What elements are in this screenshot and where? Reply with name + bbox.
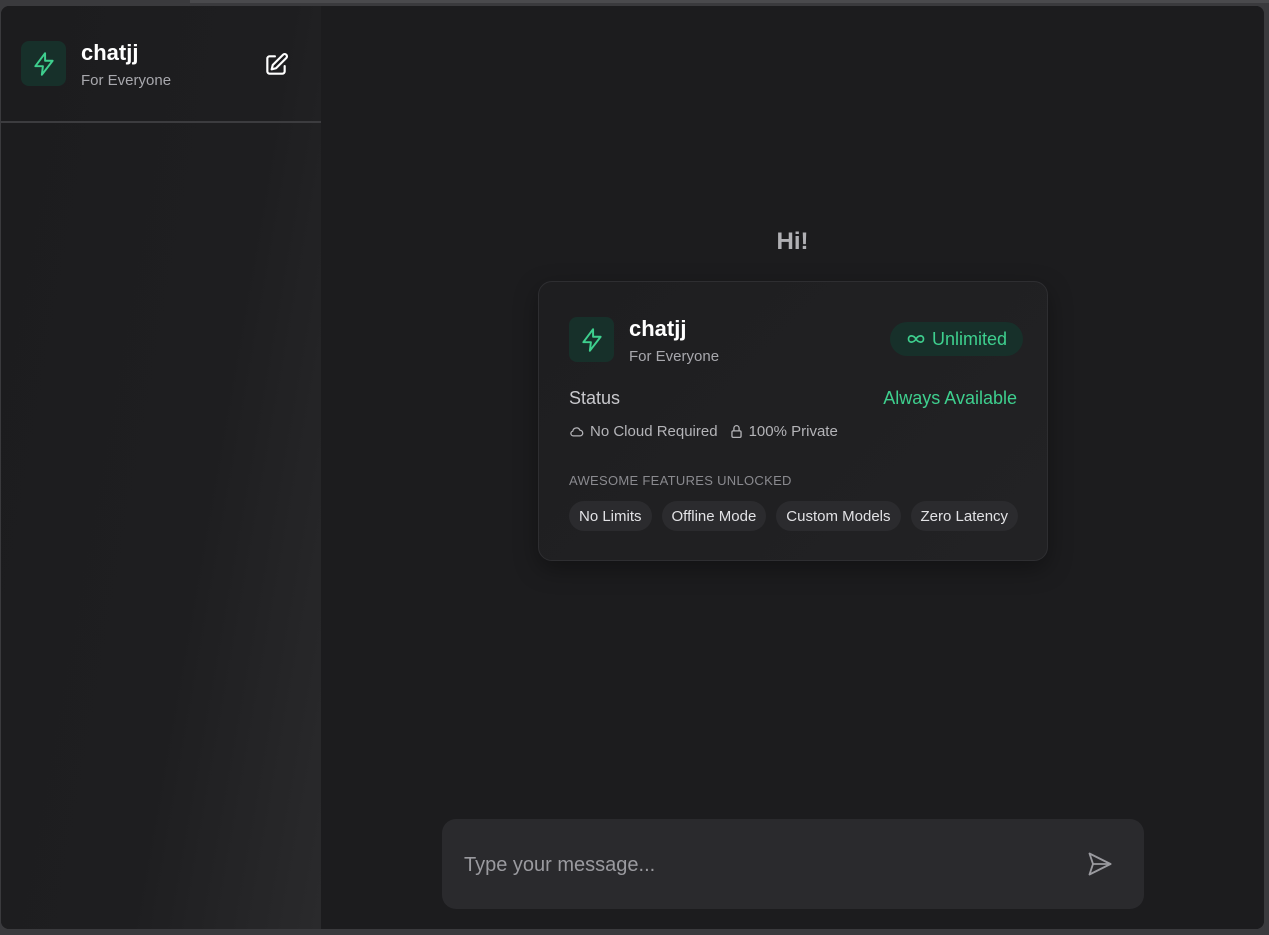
status-label: Status [569, 388, 621, 408]
send-icon [1086, 850, 1114, 878]
meta-row: No Cloud Required 100% Private [569, 423, 850, 440]
app-window: chatjj For Everyone Hi! chatjj For Every… [0, 0, 1269, 935]
feature-chip: Custom Models [776, 501, 901, 531]
message-input[interactable] [462, 844, 1066, 886]
feature-chip: Zero Latency [910, 501, 1019, 531]
card-subtitle: For Everyone [629, 348, 720, 365]
model-info-card: chatjj For Everyone Unlimited Status Alw… [538, 281, 1048, 561]
edit-icon [263, 52, 289, 78]
chat-app: chatjj For Everyone Hi! chatjj For Every… [1, 6, 1264, 929]
feature-chips: No Limits Offline Mode Custom Models Zer… [569, 501, 1019, 531]
status-value: Always Available [883, 388, 1017, 408]
meta-item-lock: 100% Private [730, 423, 838, 440]
infinity-icon [906, 332, 926, 346]
greeting: Hi! [776, 228, 809, 255]
brand-title: chatjj [81, 40, 139, 65]
cloud-icon [569, 425, 584, 438]
brand-subtitle: For Everyone [81, 72, 172, 89]
lightning-bolt-icon [569, 317, 614, 362]
lock-icon [730, 424, 743, 439]
card-title: chatjj [629, 316, 687, 341]
send-button[interactable] [1082, 846, 1118, 882]
unlimited-badge: Unlimited [890, 322, 1024, 356]
new-chat-button[interactable] [259, 48, 293, 82]
meta-item-label: No Cloud Required [590, 423, 718, 440]
feature-chip: Offline Mode [661, 501, 767, 531]
sidebar-header: chatjj For Everyone [1, 6, 321, 123]
feature-chip: No Limits [569, 501, 652, 531]
message-composer [442, 819, 1144, 909]
meta-item-label: 100% Private [748, 423, 838, 440]
unlimited-badge-label: Unlimited [932, 328, 1008, 349]
window-top-border [190, 0, 1269, 3]
features-label: AWESOME FEATURES UNLOCKED [569, 473, 792, 488]
main-panel: Hi! chatjj For Everyone Unlimited Status… [321, 6, 1264, 929]
lightning-bolt-icon [21, 41, 66, 86]
sidebar: chatjj For Everyone [1, 6, 322, 929]
meta-item-cloud: No Cloud Required [569, 423, 718, 440]
